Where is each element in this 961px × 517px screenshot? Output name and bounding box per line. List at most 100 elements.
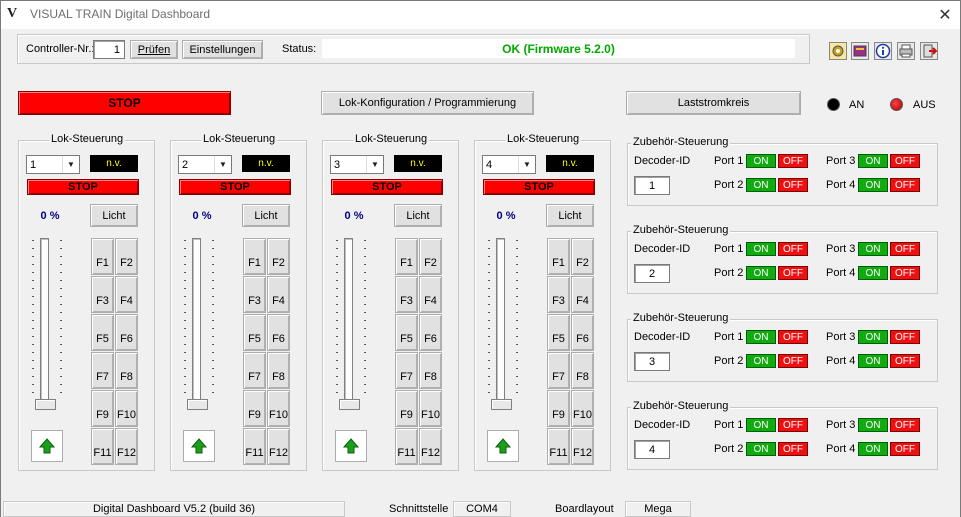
close-icon[interactable]: ✕ (931, 4, 959, 26)
port-off-button[interactable]: OFF (890, 442, 920, 456)
port-off-button[interactable]: OFF (890, 178, 920, 192)
port-on-button[interactable]: ON (858, 178, 888, 192)
port-on-button[interactable]: ON (746, 418, 776, 432)
port-off-button[interactable]: OFF (890, 354, 920, 368)
function-button[interactable]: F2 (419, 238, 442, 275)
controller-input[interactable]: 1 (93, 40, 125, 59)
function-button[interactable]: F5 (243, 314, 266, 351)
decoder-id-input[interactable]: 2 (634, 264, 670, 283)
port-on-button[interactable]: ON (858, 154, 888, 168)
function-button[interactable]: F12 (571, 428, 594, 465)
pruefen-button[interactable]: Prüfen (130, 40, 178, 59)
decoder-id-input[interactable]: 4 (634, 440, 670, 459)
function-button[interactable]: F3 (243, 276, 266, 313)
function-button[interactable]: F12 (419, 428, 442, 465)
function-button[interactable]: F2 (115, 238, 138, 275)
function-button[interactable]: F9 (243, 390, 266, 427)
printer-icon[interactable] (897, 42, 915, 60)
lok-address-select[interactable]: 4 ▼ (482, 155, 536, 174)
function-button[interactable]: F6 (267, 314, 290, 351)
function-button[interactable]: F2 (267, 238, 290, 275)
lok-address-select[interactable]: 1 ▼ (26, 155, 80, 174)
chevron-down-icon[interactable]: ▼ (518, 156, 535, 173)
slider-thumb[interactable] (35, 399, 56, 410)
port-on-button[interactable]: ON (858, 242, 888, 256)
port-off-button[interactable]: OFF (890, 154, 920, 168)
lok-address-select[interactable]: 2 ▼ (178, 155, 232, 174)
speed-slider[interactable] (30, 236, 64, 412)
port-on-button[interactable]: ON (858, 354, 888, 368)
function-button[interactable]: F3 (547, 276, 570, 313)
function-button[interactable]: F12 (115, 428, 138, 465)
gear-icon[interactable] (829, 42, 847, 60)
function-button[interactable]: F10 (571, 390, 594, 427)
function-button[interactable]: F8 (571, 352, 594, 389)
function-button[interactable]: F4 (419, 276, 442, 313)
an-radio[interactable] (827, 98, 840, 111)
port-off-button[interactable]: OFF (778, 266, 808, 280)
function-button[interactable]: F1 (243, 238, 266, 275)
function-button[interactable]: F10 (419, 390, 442, 427)
function-button[interactable]: F12 (267, 428, 290, 465)
port-off-button[interactable]: OFF (778, 418, 808, 432)
port-off-button[interactable]: OFF (778, 154, 808, 168)
port-off-button[interactable]: OFF (778, 242, 808, 256)
function-button[interactable]: F10 (267, 390, 290, 427)
function-button[interactable]: F7 (91, 352, 114, 389)
licht-button[interactable]: Licht (90, 204, 138, 227)
einstellungen-button[interactable]: Einstellungen (182, 40, 263, 59)
port-off-button[interactable]: OFF (890, 266, 920, 280)
lok-stop-button[interactable]: STOP (331, 179, 443, 195)
port-off-button[interactable]: OFF (890, 418, 920, 432)
port-on-button[interactable]: ON (858, 418, 888, 432)
function-button[interactable]: F11 (547, 428, 570, 465)
decoder-id-input[interactable]: 1 (634, 176, 670, 195)
function-button[interactable]: F9 (547, 390, 570, 427)
function-button[interactable]: F9 (395, 390, 418, 427)
port-on-button[interactable]: ON (746, 354, 776, 368)
aus-radio[interactable] (890, 98, 903, 111)
function-button[interactable]: F1 (395, 238, 418, 275)
direction-button[interactable] (183, 430, 215, 462)
direction-button[interactable] (335, 430, 367, 462)
function-button[interactable]: F1 (91, 238, 114, 275)
function-button[interactable]: F10 (115, 390, 138, 427)
function-button[interactable]: F7 (547, 352, 570, 389)
port-off-button[interactable]: OFF (778, 442, 808, 456)
chevron-down-icon[interactable]: ▼ (62, 156, 79, 173)
port-off-button[interactable]: OFF (890, 242, 920, 256)
chevron-down-icon[interactable]: ▼ (214, 156, 231, 173)
speed-slider[interactable] (486, 236, 520, 412)
function-button[interactable]: F7 (243, 352, 266, 389)
function-button[interactable]: F5 (547, 314, 570, 351)
function-button[interactable]: F6 (571, 314, 594, 351)
function-button[interactable]: F2 (571, 238, 594, 275)
speed-slider[interactable] (182, 236, 216, 412)
port-on-button[interactable]: ON (858, 442, 888, 456)
function-button[interactable]: F4 (267, 276, 290, 313)
port-on-button[interactable]: ON (858, 266, 888, 280)
function-button[interactable]: F6 (419, 314, 442, 351)
function-button[interactable]: F1 (547, 238, 570, 275)
function-button[interactable]: F3 (395, 276, 418, 313)
function-button[interactable]: F6 (115, 314, 138, 351)
lok-stop-button[interactable]: STOP (27, 179, 139, 195)
port-on-button[interactable]: ON (746, 330, 776, 344)
function-button[interactable]: F7 (395, 352, 418, 389)
port-off-button[interactable]: OFF (778, 330, 808, 344)
port-off-button[interactable]: OFF (890, 330, 920, 344)
function-button[interactable]: F5 (91, 314, 114, 351)
port-on-button[interactable]: ON (746, 154, 776, 168)
licht-button[interactable]: Licht (242, 204, 290, 227)
port-on-button[interactable]: ON (746, 178, 776, 192)
port-off-button[interactable]: OFF (778, 354, 808, 368)
function-button[interactable]: F3 (91, 276, 114, 313)
port-on-button[interactable]: ON (746, 266, 776, 280)
port-on-button[interactable]: ON (746, 442, 776, 456)
stop-all-button[interactable]: STOP (18, 91, 231, 115)
function-button[interactable]: F8 (419, 352, 442, 389)
port-on-button[interactable]: ON (746, 242, 776, 256)
lok-stop-button[interactable]: STOP (483, 179, 595, 195)
function-button[interactable]: F11 (395, 428, 418, 465)
decoder-id-input[interactable]: 3 (634, 352, 670, 371)
